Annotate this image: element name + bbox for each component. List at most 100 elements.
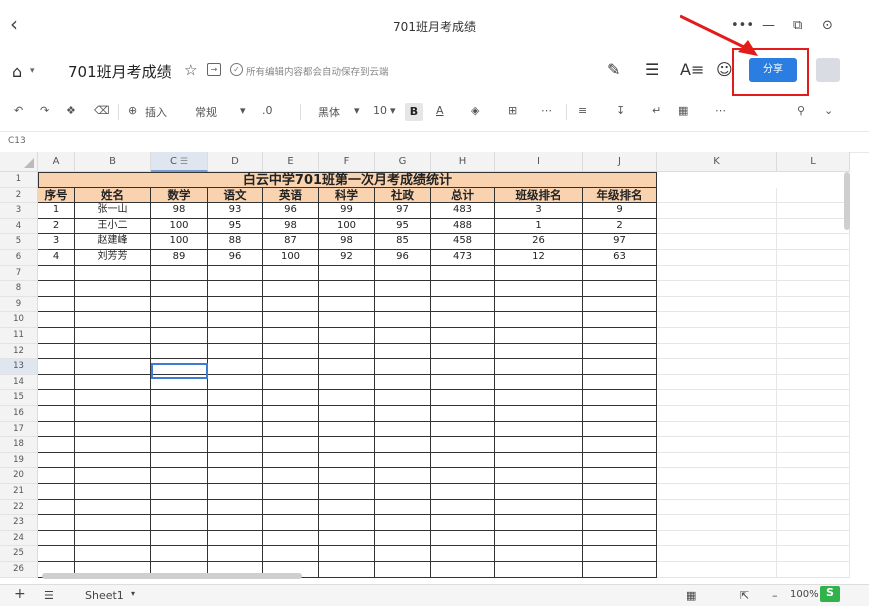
insert-menu[interactable]: 插入: [145, 104, 167, 120]
move-folder-icon[interactable]: →: [207, 63, 221, 76]
table-cell[interactable]: [151, 265, 208, 282]
table-cell[interactable]: [777, 218, 850, 235]
table-cell[interactable]: [319, 468, 375, 484]
table-cell[interactable]: [75, 499, 151, 516]
table-cell[interactable]: [431, 328, 495, 344]
column-header[interactable]: H: [431, 152, 495, 172]
table-cell[interactable]: [263, 281, 319, 297]
table-cell[interactable]: [263, 359, 319, 375]
table-cell[interactable]: [777, 406, 850, 422]
add-note-icon[interactable]: ✎: [607, 60, 620, 79]
row-header[interactable]: 25: [0, 546, 38, 562]
table-cell[interactable]: [319, 374, 375, 391]
vertical-scrollbar[interactable]: [844, 172, 850, 230]
table-cell[interactable]: [151, 484, 208, 500]
table-cell[interactable]: [263, 296, 319, 313]
table-cell[interactable]: 王小二: [75, 218, 151, 235]
table-cell[interactable]: [777, 562, 850, 578]
selected-cell[interactable]: [151, 363, 208, 379]
table-cell[interactable]: [151, 421, 208, 438]
table-cell[interactable]: [431, 359, 495, 375]
table-cell[interactable]: [75, 312, 151, 328]
table-cell[interactable]: [777, 437, 850, 453]
table-cell[interactable]: [75, 281, 151, 297]
table-cell[interactable]: [583, 546, 657, 562]
table-cell[interactable]: [38, 530, 75, 547]
table-cell[interactable]: [375, 328, 431, 344]
table-cell[interactable]: 26: [495, 234, 583, 250]
table-cell[interactable]: [583, 281, 657, 297]
header-cell[interactable]: 数学: [151, 187, 208, 204]
table-cell[interactable]: [263, 546, 319, 562]
table-cell[interactable]: [777, 484, 850, 500]
table-cell[interactable]: [208, 374, 263, 391]
column-header[interactable]: F: [319, 152, 375, 172]
header-cell[interactable]: 科学: [319, 187, 375, 204]
table-cell[interactable]: [495, 546, 583, 562]
row-header[interactable]: 7: [0, 265, 38, 282]
search-icon[interactable]: ⚲: [797, 104, 805, 117]
table-cell[interactable]: [431, 562, 495, 578]
table-cell[interactable]: [657, 218, 777, 235]
chevron-down-icon[interactable]: ▾: [240, 104, 246, 117]
row-header[interactable]: 9: [0, 296, 38, 313]
row-header[interactable]: 10: [0, 312, 38, 328]
sheet-tab[interactable]: Sheet1: [85, 589, 124, 602]
table-cell[interactable]: [375, 515, 431, 531]
table-cell[interactable]: [583, 530, 657, 547]
table-cell[interactable]: [657, 250, 777, 266]
table-cell[interactable]: [431, 484, 495, 500]
table-cell[interactable]: [375, 359, 431, 375]
table-cell[interactable]: 97: [375, 203, 431, 219]
table-cell[interactable]: [495, 281, 583, 297]
fill-color-icon[interactable]: ◈: [471, 104, 479, 117]
avatar[interactable]: [816, 58, 840, 82]
text-format-icon[interactable]: A≡: [680, 60, 704, 79]
table-cell[interactable]: [375, 421, 431, 438]
table-cell[interactable]: [75, 296, 151, 313]
table-cell[interactable]: [777, 546, 850, 562]
row-header[interactable]: 20: [0, 468, 38, 484]
header-cell[interactable]: 总计: [431, 187, 495, 204]
table-cell[interactable]: [431, 546, 495, 562]
merge-icon[interactable]: ▦: [678, 104, 688, 117]
table-cell[interactable]: [583, 328, 657, 344]
table-cell[interactable]: [777, 452, 850, 469]
table-cell[interactable]: [151, 328, 208, 344]
table-cell[interactable]: [38, 468, 75, 484]
table-cell[interactable]: [431, 281, 495, 297]
table-cell[interactable]: [583, 484, 657, 500]
table-cell[interactable]: [375, 312, 431, 328]
select-all-corner[interactable]: [0, 152, 38, 172]
table-cell[interactable]: [263, 374, 319, 391]
row-header[interactable]: 22: [0, 499, 38, 516]
table-cell[interactable]: [583, 296, 657, 313]
table-cell[interactable]: [38, 328, 75, 344]
column-header[interactable]: D: [208, 152, 263, 172]
table-cell[interactable]: [375, 437, 431, 453]
table-cell[interactable]: [151, 530, 208, 547]
table-cell[interactable]: [319, 296, 375, 313]
table-cell[interactable]: [375, 374, 431, 391]
row-header[interactable]: 3: [0, 203, 38, 219]
table-cell[interactable]: [657, 499, 777, 516]
table-cell[interactable]: [431, 452, 495, 469]
row-header[interactable]: 26: [0, 562, 38, 578]
table-cell[interactable]: [583, 499, 657, 516]
table-cell[interactable]: [657, 546, 777, 562]
table-cell[interactable]: [75, 530, 151, 547]
table-cell[interactable]: [38, 374, 75, 391]
table-cell[interactable]: [75, 421, 151, 438]
table-cell[interactable]: [583, 406, 657, 422]
close-icon[interactable]: ⊙: [822, 18, 833, 33]
table-cell[interactable]: [263, 468, 319, 484]
restore-icon[interactable]: ⧉: [793, 18, 802, 33]
table-cell[interactable]: 95: [208, 218, 263, 235]
table-cell[interactable]: [657, 296, 777, 313]
table-cell[interactable]: [151, 390, 208, 406]
table-cell[interactable]: [263, 328, 319, 344]
table-cell[interactable]: [657, 234, 777, 250]
table-cell[interactable]: [495, 562, 583, 578]
table-cell[interactable]: [38, 437, 75, 453]
table-cell[interactable]: [319, 265, 375, 282]
